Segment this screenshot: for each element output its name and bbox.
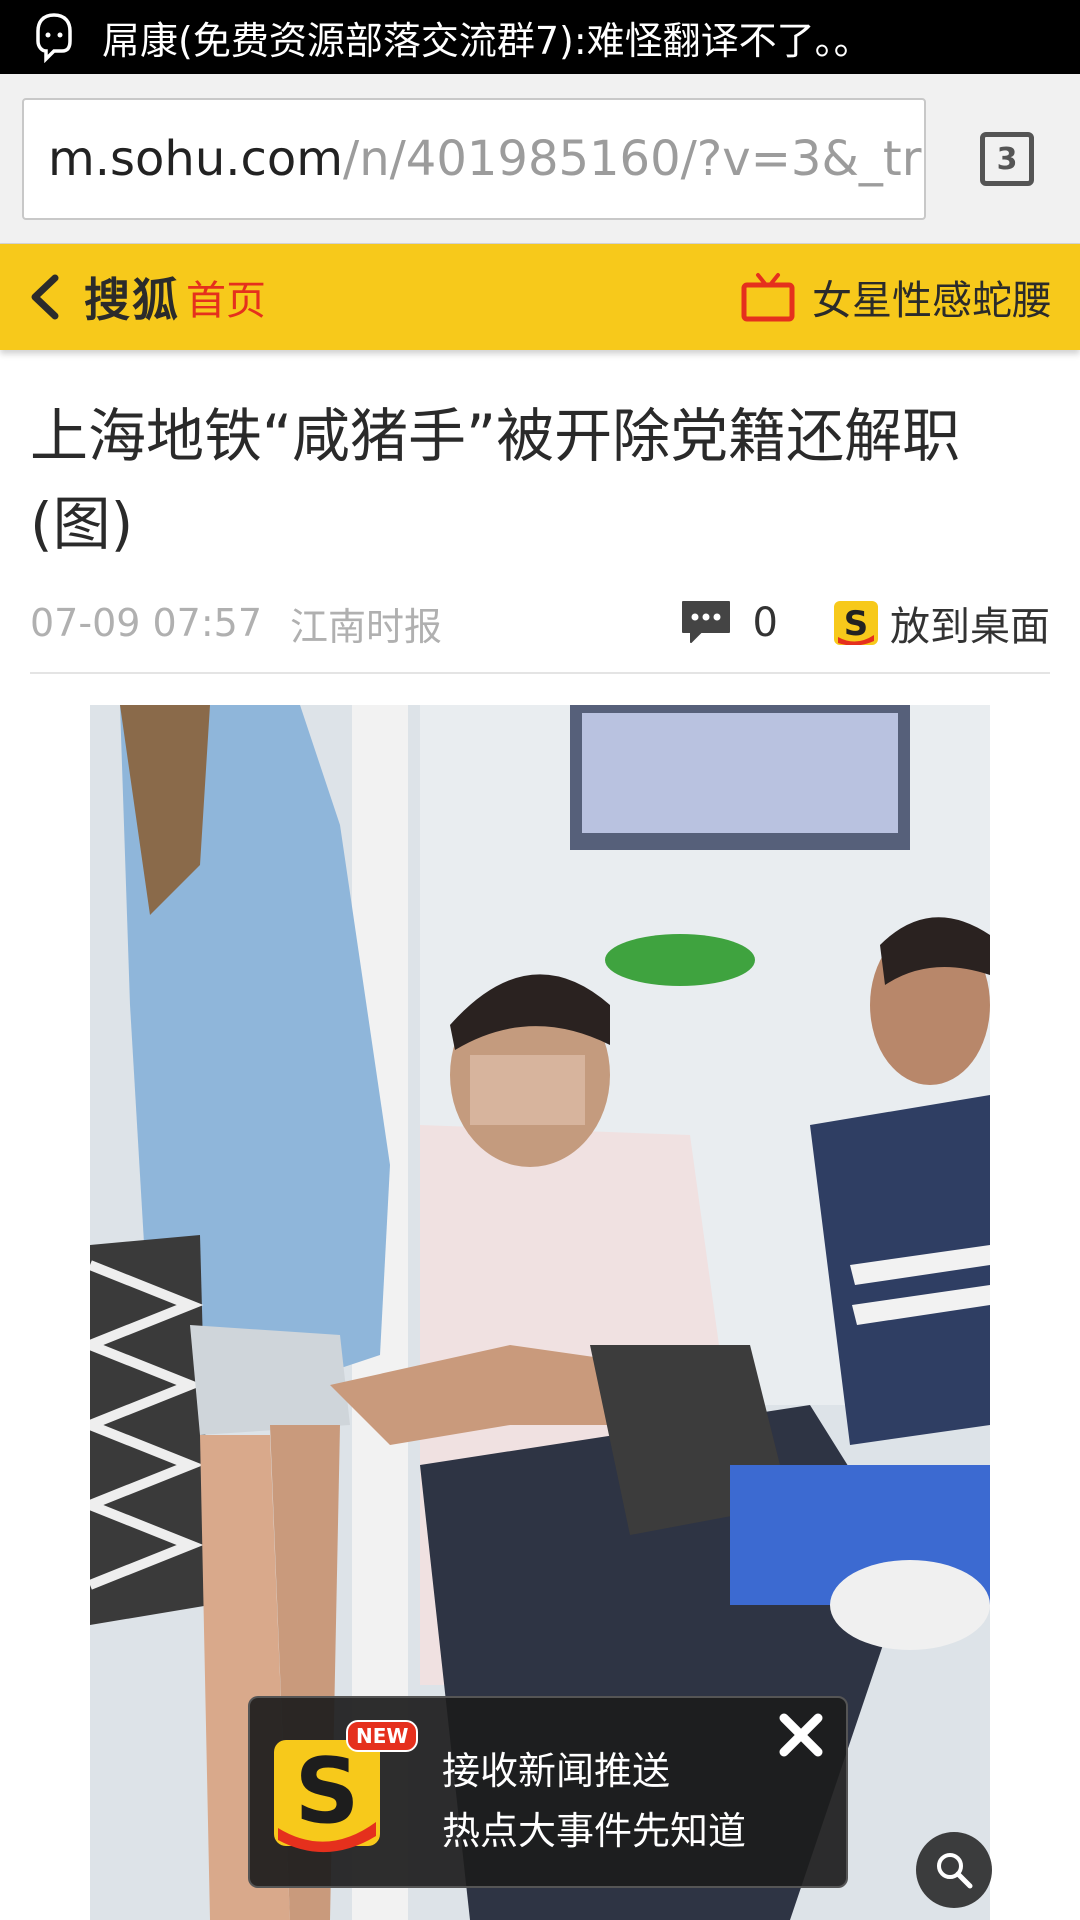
- comment-count[interactable]: 0: [753, 600, 778, 646]
- svg-text:S: S: [844, 604, 869, 644]
- sohu-logo[interactable]: 搜狐: [84, 264, 180, 330]
- notification-bar[interactable]: 屌康(免费资源部落交流群7):难怪翻译不了。。: [0, 0, 1080, 74]
- url-path: /n/401985160/?v=3&_tra: [343, 131, 926, 187]
- search-button[interactable]: [916, 1832, 992, 1908]
- add-to-desktop-button[interactable]: 放到桌面: [890, 594, 1050, 652]
- push-subtitle: 热点大事件先知道: [442, 1809, 747, 1853]
- article-meta: 07-09 07:57 江南时报 0 S 放到桌面: [30, 590, 1050, 656]
- chat-bubble-icon: [26, 9, 82, 65]
- push-notification-popup[interactable]: S NEW 接收新闻推送 热点大事件先知道: [248, 1696, 848, 1888]
- tab-switcher-button[interactable]: 3: [980, 132, 1034, 186]
- close-icon[interactable]: [774, 1708, 828, 1762]
- chevron-left-icon[interactable]: [24, 267, 64, 327]
- url-field[interactable]: m.sohu.com/n/401985160/?v=3&_tra: [22, 98, 926, 220]
- browser-toolbar: m.sohu.com/n/401985160/?v=3&_tra 3: [0, 74, 1080, 244]
- meta-actions: 0 S 放到桌面: [679, 594, 1050, 652]
- new-badge: NEW: [346, 1720, 419, 1752]
- promo-link[interactable]: 女星性感蛇腰: [740, 244, 1052, 350]
- search-icon: [937, 1853, 973, 1889]
- site-header: 搜狐 首页 女星性感蛇腰: [0, 244, 1080, 350]
- sohu-app-icon: S: [834, 601, 878, 645]
- tv-icon: [741, 273, 795, 322]
- sohu-app-icon: S: [274, 1739, 380, 1853]
- url-domain: m.sohu.com: [48, 131, 344, 187]
- article-title: 上海地铁“咸猪手”被开除党籍还解职(图): [30, 402, 961, 558]
- notification-text: 屌康(免费资源部落交流群7):难怪翻译不了。。: [102, 18, 872, 63]
- divider: [30, 672, 1050, 674]
- publish-time: 07-09 07:57: [30, 601, 263, 645]
- article-source: 江南时报: [290, 604, 443, 649]
- promo-text: 女星性感蛇腰: [812, 278, 1052, 324]
- push-title: 接收新闻推送: [442, 1749, 671, 1793]
- comment-icon[interactable]: [679, 598, 733, 648]
- home-link[interactable]: 首页: [186, 268, 266, 326]
- svg-text:S: S: [295, 1739, 360, 1844]
